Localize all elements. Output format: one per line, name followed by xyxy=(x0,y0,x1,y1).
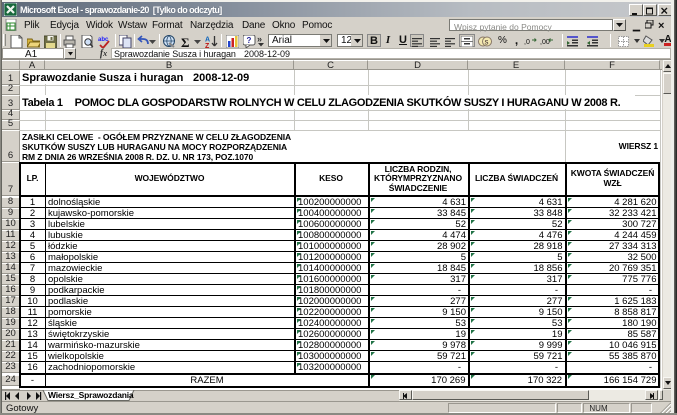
svg-text:,0: ,0 xyxy=(524,39,530,46)
svg-text:s: s xyxy=(485,38,489,47)
svg-text:?: ? xyxy=(247,36,252,45)
